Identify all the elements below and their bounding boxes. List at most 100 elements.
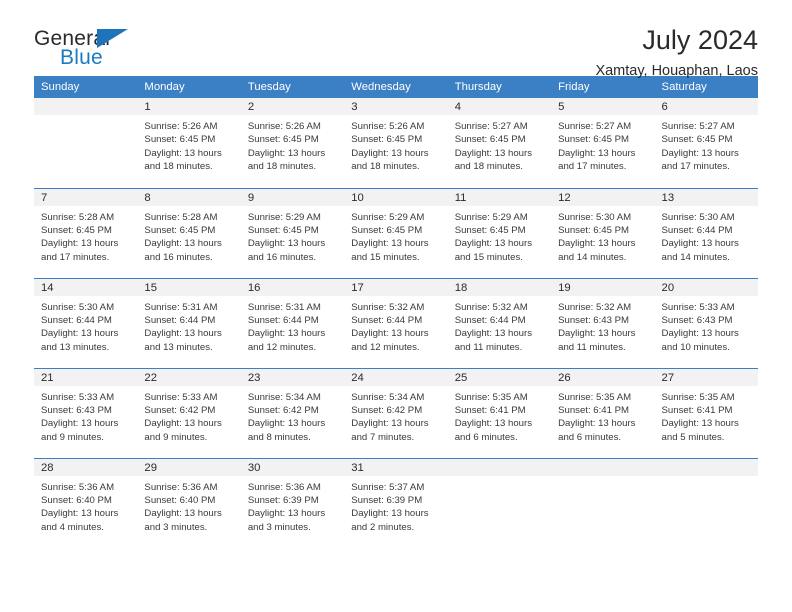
sunset-text: Sunset: 6:45 PM — [144, 134, 216, 146]
day-cell[interactable]: 22 Sunrise: 5:33 AM Sunset: 6:42 PM Dayligh… — [137, 367, 241, 458]
day-cell[interactable]: 11 Sunrise: 5:29 AM Sunset: 6:45 PM Dayligh… — [447, 187, 552, 278]
daylight-text: Daylight: 13 hours — [41, 508, 119, 520]
daylight-text: Daylight: 13 hours — [247, 328, 326, 340]
daylight-text: and 6 minutes. — [558, 431, 622, 443]
sunrise-text: Sunrise: 5:29 AM — [351, 211, 425, 223]
day-cell[interactable]: 16 Sunrise: 5:31 AM Sunset: 6:44 PM Dayligh… — [240, 277, 345, 368]
sunrise-text: Sunrise: 5:31 AM — [247, 301, 321, 313]
day-cell[interactable]: 9 Sunrise: 5:29 AM Sunset: 6:45 PM Daylight… — [240, 187, 345, 278]
day-cell[interactable]: 10 Sunrise: 5:29 AM Sunset: 6:45 PM Dayligh… — [344, 187, 448, 278]
daylight-text: Daylight: 13 hours — [144, 238, 222, 250]
day-number: 27 — [654, 368, 758, 386]
daylight-text: Daylight: 13 hours — [144, 508, 222, 520]
day-number: 1 — [137, 98, 241, 115]
day-cell[interactable]: 17 Sunrise: 5:32 AM Sunset: 6:44 PM Dayligh… — [344, 277, 448, 368]
day-cell[interactable]: 8 Sunrise: 5:28 AM Sunset: 6:45 PM Daylight… — [137, 187, 241, 278]
daylight-text: and 11 minutes. — [454, 341, 523, 353]
day-number: 6 — [654, 98, 758, 115]
sunrise-text: Sunrise: 5:26 AM — [247, 121, 321, 132]
daylight-text: and 18 minutes. — [454, 161, 523, 173]
daylight-text: and 13 minutes. — [41, 341, 110, 353]
day-details: Sunrise: 5:28 AM Sunset: 6:45 PM Daylight:… — [137, 206, 240, 265]
daylight-text: Daylight: 13 hours — [454, 418, 533, 430]
day-details: Sunrise: 5:26 AM Sunset: 6:45 PM Daylight:… — [241, 115, 344, 174]
calendar-week-row: 1 Sunrise: 5:26 AM Sunset: 6:45 PM Daylight… — [34, 98, 758, 188]
day-cell[interactable]: 2 Sunrise: 5:26 AM Sunset: 6:45 PM Daylight… — [240, 98, 345, 188]
day-cell[interactable]: 14 Sunrise: 5:30 AM Sunset: 6:44 PM Dayligh… — [34, 277, 138, 368]
day-details: Sunrise: 5:35 AM Sunset: 6:41 PM Daylight:… — [551, 386, 654, 445]
daylight-text: Daylight: 13 hours — [247, 508, 326, 520]
logo-text-blue: Blue — [60, 46, 103, 69]
day-number: 14 — [34, 278, 138, 296]
day-number — [654, 458, 758, 476]
day-cell[interactable]: 29 Sunrise: 5:36 AM Sunset: 6:40 PM Dayligh… — [137, 457, 241, 548]
day-cell[interactable]: 6 Sunrise: 5:27 AM Sunset: 6:45 PM Daylight… — [654, 98, 758, 188]
day-cell[interactable]: 25 Sunrise: 5:35 AM Sunset: 6:41 PM Dayligh… — [447, 367, 552, 458]
day-number: 16 — [240, 278, 345, 296]
daylight-text: Daylight: 13 hours — [661, 238, 739, 250]
day-number: 22 — [137, 368, 241, 386]
day-cell[interactable]: 4 Sunrise: 5:27 AM Sunset: 6:45 PM Daylight… — [447, 98, 552, 188]
day-details: Sunrise: 5:31 AM Sunset: 6:44 PM Daylight:… — [137, 296, 240, 355]
daylight-text: Daylight: 13 hours — [454, 238, 533, 250]
day-cell[interactable]: 19 Sunrise: 5:32 AM Sunset: 6:43 PM Dayligh… — [551, 277, 655, 368]
day-details: Sunrise: 5:29 AM Sunset: 6:45 PM Daylight:… — [448, 206, 551, 265]
sunset-text: Sunset: 6:40 PM — [41, 494, 112, 506]
daylight-text: and 4 minutes. — [41, 521, 104, 533]
sunrise-text: Sunrise: 5:30 AM — [558, 211, 632, 223]
day-cell[interactable]: 30 Sunrise: 5:36 AM Sunset: 6:39 PM Dayligh… — [240, 457, 345, 548]
day-details: Sunrise: 5:27 AM Sunset: 6:45 PM Daylight:… — [655, 115, 758, 174]
calendar-week-row: 14 Sunrise: 5:30 AM Sunset: 6:44 PM Dayligh… — [34, 277, 758, 368]
sunset-text: Sunset: 6:45 PM — [454, 134, 526, 146]
daylight-text: and 2 minutes. — [351, 521, 415, 533]
day-cell[interactable]: 1 Sunrise: 5:26 AM Sunset: 6:45 PM Daylight… — [137, 98, 241, 188]
day-number: 24 — [344, 368, 448, 386]
sunrise-text: Sunrise: 5:34 AM — [247, 391, 321, 403]
day-cell[interactable]: 28 Sunrise: 5:36 AM Sunset: 6:40 PM Dayligh… — [34, 457, 138, 548]
daylight-text: Daylight: 13 hours — [144, 147, 222, 159]
day-cell[interactable]: 27 Sunrise: 5:35 AM Sunset: 6:41 PM Dayligh… — [654, 367, 758, 458]
weekday-header-wednesday: Wednesday — [344, 76, 448, 98]
sunrise-text: Sunrise: 5:32 AM — [351, 301, 425, 313]
day-cell[interactable]: 12 Sunrise: 5:30 AM Sunset: 6:45 PM Dayligh… — [551, 187, 655, 278]
day-cell[interactable]: 24 Sunrise: 5:34 AM Sunset: 6:42 PM Dayligh… — [344, 367, 448, 458]
day-number: 29 — [137, 458, 241, 476]
daylight-text: and 10 minutes. — [661, 341, 730, 353]
daylight-text: Daylight: 13 hours — [41, 418, 119, 430]
sunset-text: Sunset: 6:45 PM — [41, 224, 112, 236]
daylight-text: Daylight: 13 hours — [247, 147, 326, 159]
day-details: Sunrise: 5:30 AM Sunset: 6:44 PM Daylight:… — [34, 296, 137, 355]
day-details: Sunrise: 5:36 AM Sunset: 6:39 PM Daylight:… — [241, 476, 344, 535]
sunrise-text: Sunrise: 5:27 AM — [661, 121, 735, 132]
calendar-page: General Blue July 2024 Xamtay, Houaphan,… — [0, 0, 792, 612]
daylight-text: Daylight: 13 hours — [247, 418, 326, 430]
day-cell[interactable]: 15 Sunrise: 5:31 AM Sunset: 6:44 PM Dayligh… — [137, 277, 241, 368]
weekday-header-monday: Monday — [137, 76, 241, 98]
day-cell[interactable]: 3 Sunrise: 5:26 AM Sunset: 6:45 PM Daylight… — [344, 98, 448, 188]
day-cell[interactable]: 21 Sunrise: 5:33 AM Sunset: 6:43 PM Dayligh… — [34, 367, 138, 458]
day-details: Sunrise: 5:37 AM Sunset: 6:39 PM Daylight:… — [344, 476, 447, 535]
day-cell[interactable]: 13 Sunrise: 5:30 AM Sunset: 6:44 PM Dayligh… — [654, 187, 758, 278]
daylight-text: and 15 minutes. — [454, 251, 523, 263]
day-cell[interactable]: 18 Sunrise: 5:32 AM Sunset: 6:44 PM Dayligh… — [447, 277, 552, 368]
sunrise-text: Sunrise: 5:32 AM — [558, 301, 632, 313]
day-number: 17 — [344, 278, 448, 296]
day-details: Sunrise: 5:27 AM Sunset: 6:45 PM Daylight:… — [448, 115, 551, 174]
daylight-text: and 9 minutes. — [41, 431, 104, 443]
sunrise-text: Sunrise: 5:34 AM — [351, 391, 425, 403]
day-cell[interactable]: 5 Sunrise: 5:27 AM Sunset: 6:45 PM Daylight… — [551, 98, 655, 188]
sunset-text: Sunset: 6:44 PM — [454, 314, 526, 326]
weekday-header-sunday: Sunday — [34, 76, 138, 98]
day-cell[interactable]: 20 Sunrise: 5:33 AM Sunset: 6:43 PM Dayligh… — [654, 277, 758, 368]
sunset-text: Sunset: 6:45 PM — [351, 134, 423, 146]
daylight-text: Daylight: 13 hours — [351, 147, 429, 159]
day-cell[interactable]: 23 Sunrise: 5:34 AM Sunset: 6:42 PM Dayligh… — [240, 367, 345, 458]
daylight-text: Daylight: 13 hours — [351, 418, 429, 430]
sunset-text: Sunset: 6:42 PM — [247, 404, 319, 416]
day-cell[interactable]: 31 Sunrise: 5:37 AM Sunset: 6:39 PM Dayligh… — [344, 457, 448, 548]
daylight-text: and 3 minutes. — [247, 521, 311, 533]
day-number — [447, 458, 552, 476]
day-cell[interactable]: 26 Sunrise: 5:35 AM Sunset: 6:41 PM Dayligh… — [551, 367, 655, 458]
weekday-header-thursday: Thursday — [447, 76, 552, 98]
day-cell[interactable]: 7 Sunrise: 5:28 AM Sunset: 6:45 PM Daylight… — [34, 187, 138, 278]
